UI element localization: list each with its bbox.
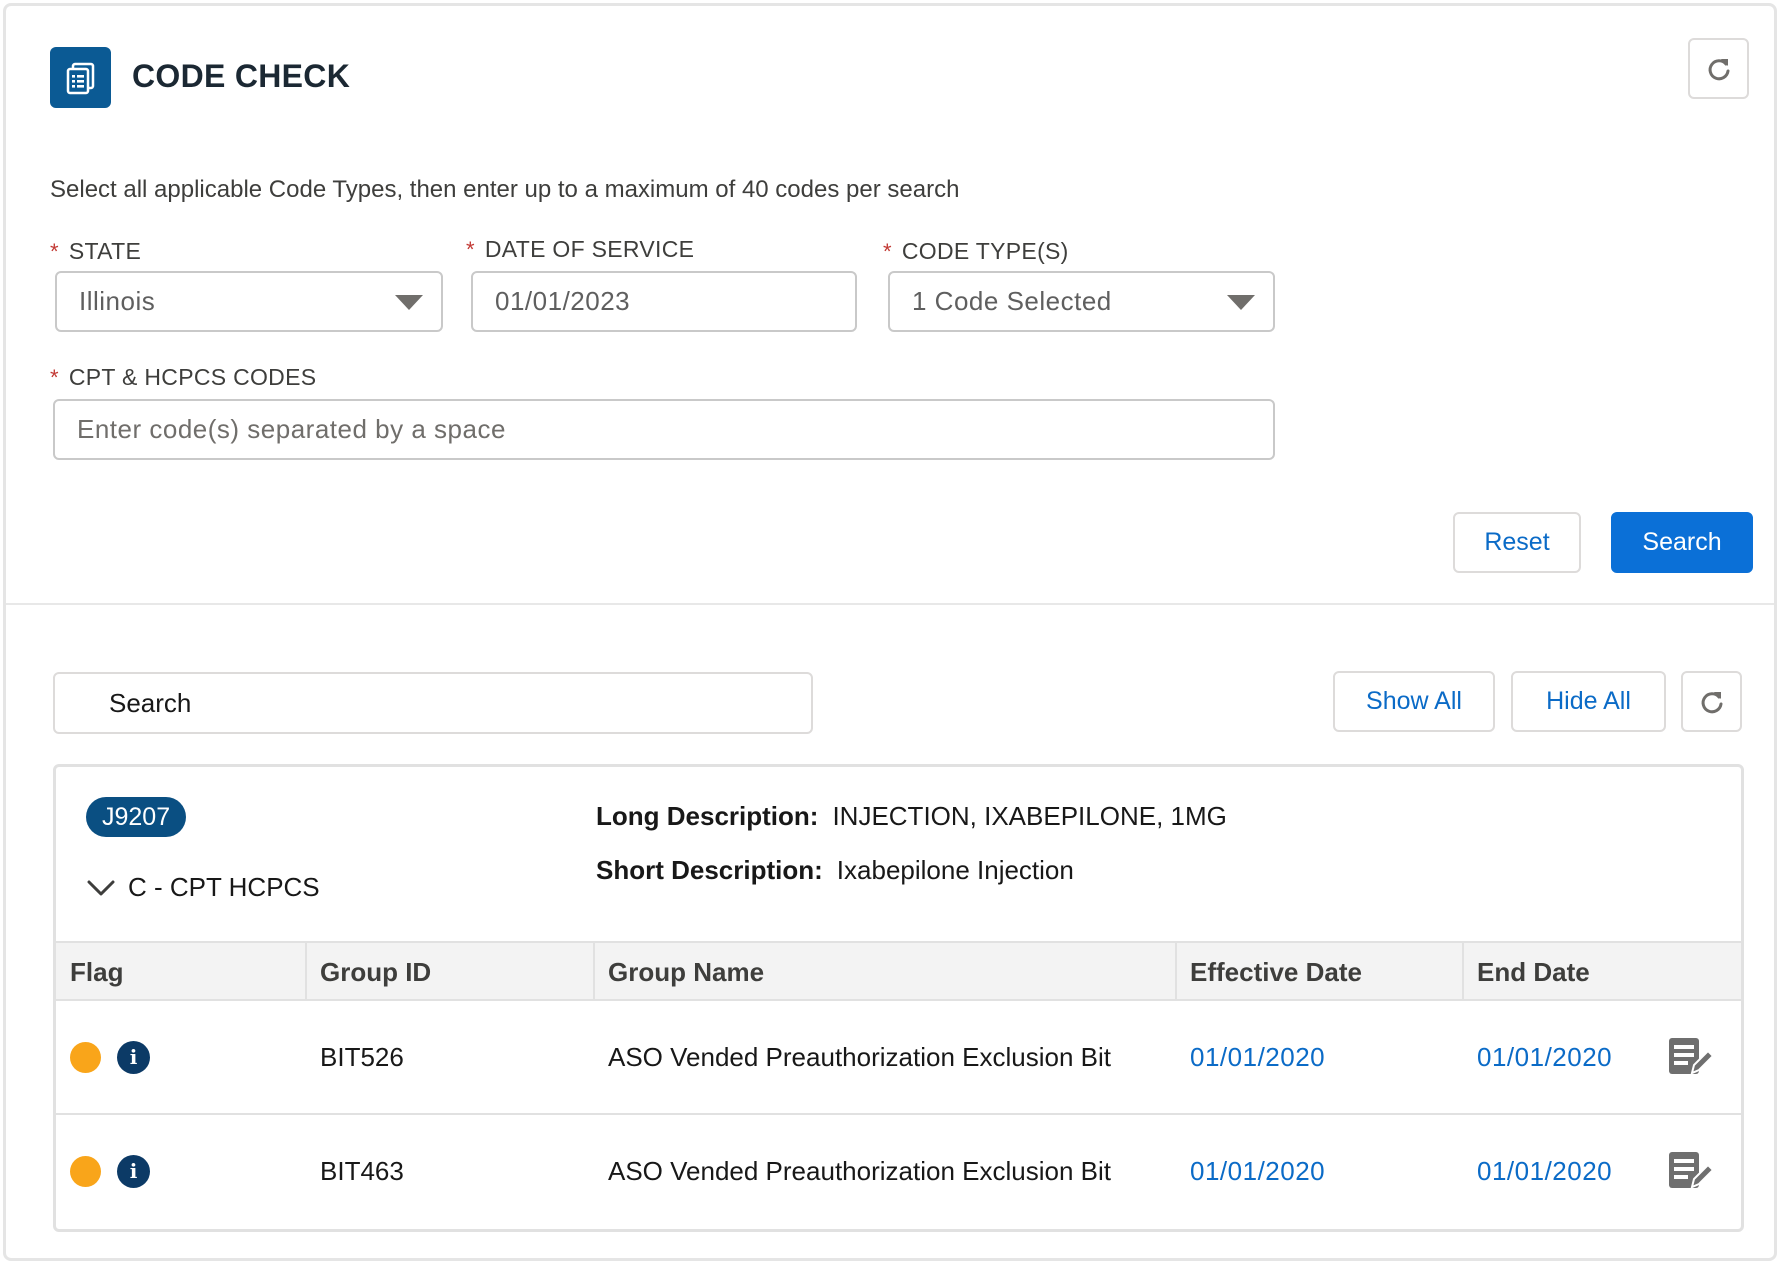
state-select[interactable]: Illinois	[55, 271, 443, 332]
results-search-placeholder: Search	[109, 687, 192, 718]
page-title: CODE CHECK	[132, 58, 351, 94]
group-id-cell: BIT526	[320, 1041, 404, 1072]
results-search-input[interactable]: Search	[53, 672, 813, 734]
document-list-icon	[50, 47, 111, 108]
group-name-cell: ASO Vended Preauthorization Exclusion Bi…	[608, 1155, 1111, 1186]
column-header-effective-date[interactable]: Effective Date	[1176, 943, 1362, 1001]
table-row: i BIT526 ASO Vended Preauthorization Exc…	[56, 1001, 1741, 1115]
search-button[interactable]: Search	[1611, 512, 1753, 573]
instructions-text: Select all applicable Code Types, then e…	[50, 176, 960, 203]
section-divider	[6, 603, 1774, 605]
code-types-label: * CODE TYPE(S)	[883, 238, 1069, 264]
results-refresh-button[interactable]	[1681, 671, 1742, 732]
flag-indicator-icon	[70, 1041, 101, 1073]
hide-all-button[interactable]: Hide All	[1511, 671, 1666, 732]
required-marker: *	[50, 365, 59, 390]
table-header: Flag Group ID Group Name Effective Date …	[56, 941, 1741, 1001]
chevron-down-icon	[1227, 295, 1255, 310]
flag-cell: i	[70, 1001, 150, 1113]
code-badge: J9207	[86, 797, 187, 837]
refresh-icon	[1708, 58, 1729, 80]
date-of-service-input[interactable]: 01/01/2023	[471, 271, 857, 332]
info-icon[interactable]: i	[117, 1154, 150, 1188]
refresh-button[interactable]	[1688, 38, 1749, 99]
effective-date-link[interactable]: 01/01/2020	[1190, 1115, 1325, 1227]
code-check-card: CODE CHECK Select all applicable Code Ty…	[3, 3, 1777, 1261]
group-name-cell: ASO Vended Preauthorization Exclusion Bi…	[608, 1041, 1111, 1072]
date-of-service-label: * DATE OF SERVICE	[466, 236, 695, 262]
edit-notes-icon	[1669, 1152, 1714, 1189]
flag-indicator-icon	[70, 1155, 101, 1187]
column-header-group-name[interactable]: Group Name	[594, 943, 764, 1001]
end-date-link[interactable]: 01/01/2020	[1477, 1001, 1612, 1113]
short-description-value: Ixabepilone Injection	[836, 855, 1074, 885]
short-description: Short Description: Ixabepilone Injection	[596, 855, 1074, 886]
state-value: Illinois	[79, 286, 156, 316]
results-table: Flag Group ID Group Name Effective Date …	[56, 941, 1741, 1229]
show-all-button[interactable]: Show All	[1333, 671, 1495, 732]
table-row: i BIT463 ASO Vended Preauthorization Exc…	[56, 1115, 1741, 1229]
refresh-icon	[1701, 691, 1722, 713]
column-header-end-date[interactable]: End Date	[1463, 943, 1590, 1001]
codes-label: * CPT & HCPCS CODES	[50, 364, 317, 390]
code-type-toggle[interactable]: C - CPT HCPCS	[86, 872, 320, 903]
code-types-value: 1 Code Selected	[912, 286, 1112, 316]
flag-cell: i	[70, 1115, 150, 1227]
long-description-value: INJECTION, IXABEPILONE, 1MG	[832, 801, 1227, 831]
long-description: Long Description: INJECTION, IXABEPILONE,…	[596, 801, 1227, 832]
long-description-label: Long Description:	[596, 801, 819, 831]
code-type-label: C - CPT HCPCS	[128, 872, 320, 902]
required-marker: *	[50, 239, 59, 264]
state-label: * STATE	[50, 238, 142, 264]
edit-notes-icon	[1669, 1038, 1714, 1075]
reset-button[interactable]: Reset	[1453, 512, 1581, 573]
edit-notes-button[interactable]	[1666, 1001, 1714, 1113]
date-of-service-value: 01/01/2023	[495, 286, 631, 316]
end-date-link[interactable]: 01/01/2020	[1477, 1115, 1612, 1227]
code-types-select[interactable]: 1 Code Selected	[888, 271, 1275, 332]
column-header-group-id[interactable]: Group ID	[306, 943, 431, 1001]
chevron-down-icon	[87, 880, 115, 895]
required-marker: *	[466, 237, 475, 262]
codes-placeholder: Enter code(s) separated by a space	[77, 414, 506, 444]
required-marker: *	[883, 239, 892, 264]
code-result-card: J9207 C - CPT HCPCS Long Description: INJ…	[53, 764, 1744, 1232]
effective-date-link[interactable]: 01/01/2020	[1190, 1001, 1325, 1113]
chevron-down-icon	[395, 295, 423, 310]
edit-notes-button[interactable]	[1666, 1115, 1714, 1227]
codes-input[interactable]: Enter code(s) separated by a space	[53, 399, 1275, 460]
column-header-flag[interactable]: Flag	[56, 943, 123, 1001]
info-icon[interactable]: i	[117, 1040, 150, 1074]
short-description-label: Short Description:	[596, 855, 823, 885]
group-id-cell: BIT463	[320, 1155, 404, 1186]
